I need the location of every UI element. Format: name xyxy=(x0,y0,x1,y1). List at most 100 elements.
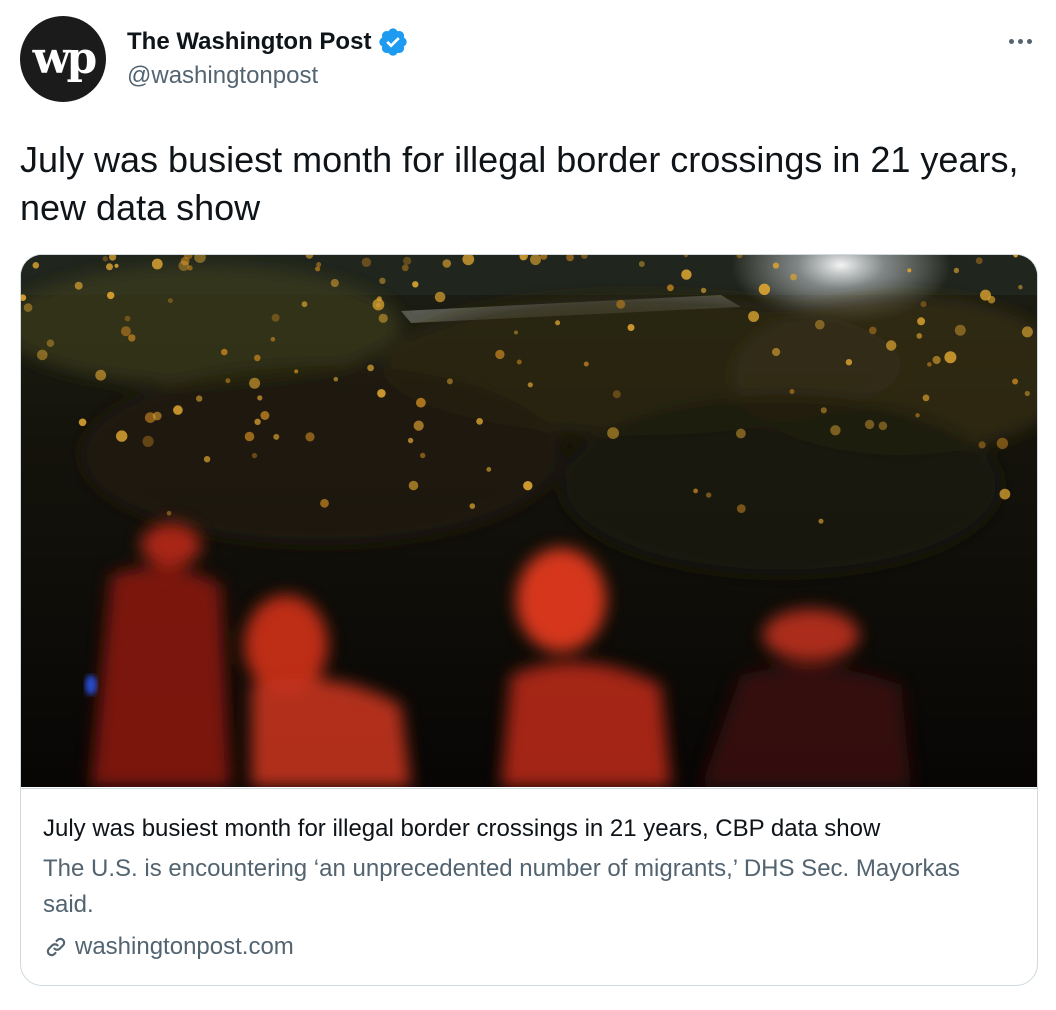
sunflower-speck xyxy=(583,361,589,367)
washington-post-logo: wp xyxy=(32,33,98,84)
sunflower-speck xyxy=(271,313,280,322)
sunflower-speck xyxy=(616,299,626,309)
sunflower-speck xyxy=(864,419,875,430)
sunflower-speck xyxy=(978,441,986,449)
link-preview-card[interactable]: July was busiest month for illegal borde… xyxy=(20,254,1038,986)
sunflower-speck xyxy=(627,324,635,331)
sunflower-speck xyxy=(273,433,280,440)
sunflower-speck xyxy=(667,284,674,292)
sunflower-speck xyxy=(527,382,533,388)
sunflower-speck xyxy=(379,277,386,284)
sunflower-speck xyxy=(320,498,329,508)
sunflower-speck xyxy=(920,301,927,308)
sunflower-speck xyxy=(815,319,825,330)
sunflower-speck xyxy=(120,326,131,337)
sunflower-speck xyxy=(330,278,339,288)
sunflower-speck xyxy=(151,258,163,270)
sunflower-speck xyxy=(32,262,40,269)
sunflower-speck xyxy=(260,411,270,420)
sunflower-speck xyxy=(305,432,315,442)
author-name-row[interactable]: The Washington Post xyxy=(127,26,409,58)
sunflower-speck xyxy=(818,518,824,524)
sunflower-speck xyxy=(367,364,374,372)
card-domain-link[interactable]: washingtonpost.com xyxy=(43,933,294,961)
sunflower-speck xyxy=(102,256,108,262)
sunflower-speck xyxy=(333,376,339,382)
card-image[interactable] xyxy=(21,255,1037,787)
sunflower-speck xyxy=(555,320,561,326)
author-display-name[interactable]: The Washington Post xyxy=(127,28,371,56)
sunflower-speck xyxy=(607,427,619,439)
sunflower-speck xyxy=(116,430,128,442)
author-handle[interactable]: @washingtonpost xyxy=(127,62,318,90)
sunflower-speck xyxy=(114,263,119,268)
sunflower-speck xyxy=(523,481,533,491)
card-description: The U.S. is encountering ‘an unprecedent… xyxy=(43,855,960,918)
card-body[interactable]: July was busiest month for illegal borde… xyxy=(21,788,1037,985)
sunflower-speck xyxy=(23,303,33,312)
sunflower-speck xyxy=(917,317,926,326)
sunflower-speck xyxy=(315,266,321,272)
card-photo xyxy=(21,255,1037,787)
sunflower-speck xyxy=(1018,285,1023,290)
sunflower-speck xyxy=(254,354,261,362)
more-dot xyxy=(1008,38,1014,44)
sunflower-speck xyxy=(372,298,385,311)
sunflower-speck xyxy=(221,348,228,356)
sunflower-speck xyxy=(446,378,453,385)
sunflower-speck xyxy=(1024,390,1030,397)
sunflower-speck xyxy=(46,339,55,347)
sunflower-speck xyxy=(915,413,920,418)
sunflower-speck xyxy=(820,407,827,414)
sunflower-speck xyxy=(361,257,372,267)
sunflower-speck xyxy=(954,324,966,336)
avatar[interactable]: wp xyxy=(20,16,106,102)
sunflower-speck xyxy=(975,257,983,265)
sunflower-speck xyxy=(886,340,897,351)
sunflower-speck xyxy=(378,313,388,323)
sunflower-speck xyxy=(257,395,263,401)
sunflower-speck xyxy=(736,428,746,439)
sunflower-speck xyxy=(152,411,162,421)
sunflower-speck xyxy=(294,369,299,374)
sunflower-speck xyxy=(999,488,1011,500)
sunflower-speck xyxy=(469,503,476,509)
sunflower-speck xyxy=(514,330,518,335)
sunflower-speck xyxy=(736,504,746,513)
sunflower-speck xyxy=(254,418,261,425)
sunflower-speck xyxy=(251,452,258,459)
sunflower-speck xyxy=(178,260,190,272)
sunflower-speck xyxy=(748,311,760,322)
sunflower-speck xyxy=(495,349,505,360)
sunflower-speck xyxy=(996,437,1009,450)
sunflower-speck xyxy=(612,390,621,399)
more-dot xyxy=(1026,38,1032,44)
sunflower-speck xyxy=(516,359,522,365)
more-dot xyxy=(1017,38,1023,44)
sunflower-speck xyxy=(377,389,386,398)
sunflower-speck xyxy=(167,298,173,304)
sunflower-speck xyxy=(124,315,131,322)
sunflower-speck xyxy=(74,281,83,290)
tweet-text: July was busiest month for illegal borde… xyxy=(20,139,1019,228)
sunflower-speck xyxy=(225,378,231,384)
sunflower-speck xyxy=(173,405,183,415)
sunflower-speck xyxy=(789,389,795,394)
sunflower-speck xyxy=(927,362,932,367)
more-options-icon[interactable] xyxy=(996,26,1044,56)
sunflower-speck xyxy=(95,369,107,381)
sunflower-speck xyxy=(681,269,692,280)
card-domain[interactable]: washingtonpost.com xyxy=(75,933,294,961)
sunflower-speck xyxy=(408,480,419,491)
verified-badge-icon xyxy=(377,26,409,58)
sunflower-speck xyxy=(845,359,853,366)
sunflower-speck xyxy=(638,261,645,267)
sunflower-speck xyxy=(907,268,912,273)
sunflower-speck xyxy=(1021,326,1033,338)
sunflower-speck xyxy=(932,355,941,365)
sunflower-speck xyxy=(416,397,426,408)
sunflower-speck xyxy=(772,347,781,357)
sunflower-speck xyxy=(1012,378,1019,385)
sunflower-speck xyxy=(196,395,203,402)
card-title[interactable]: July was busiest month for illegal borde… xyxy=(43,815,1023,843)
